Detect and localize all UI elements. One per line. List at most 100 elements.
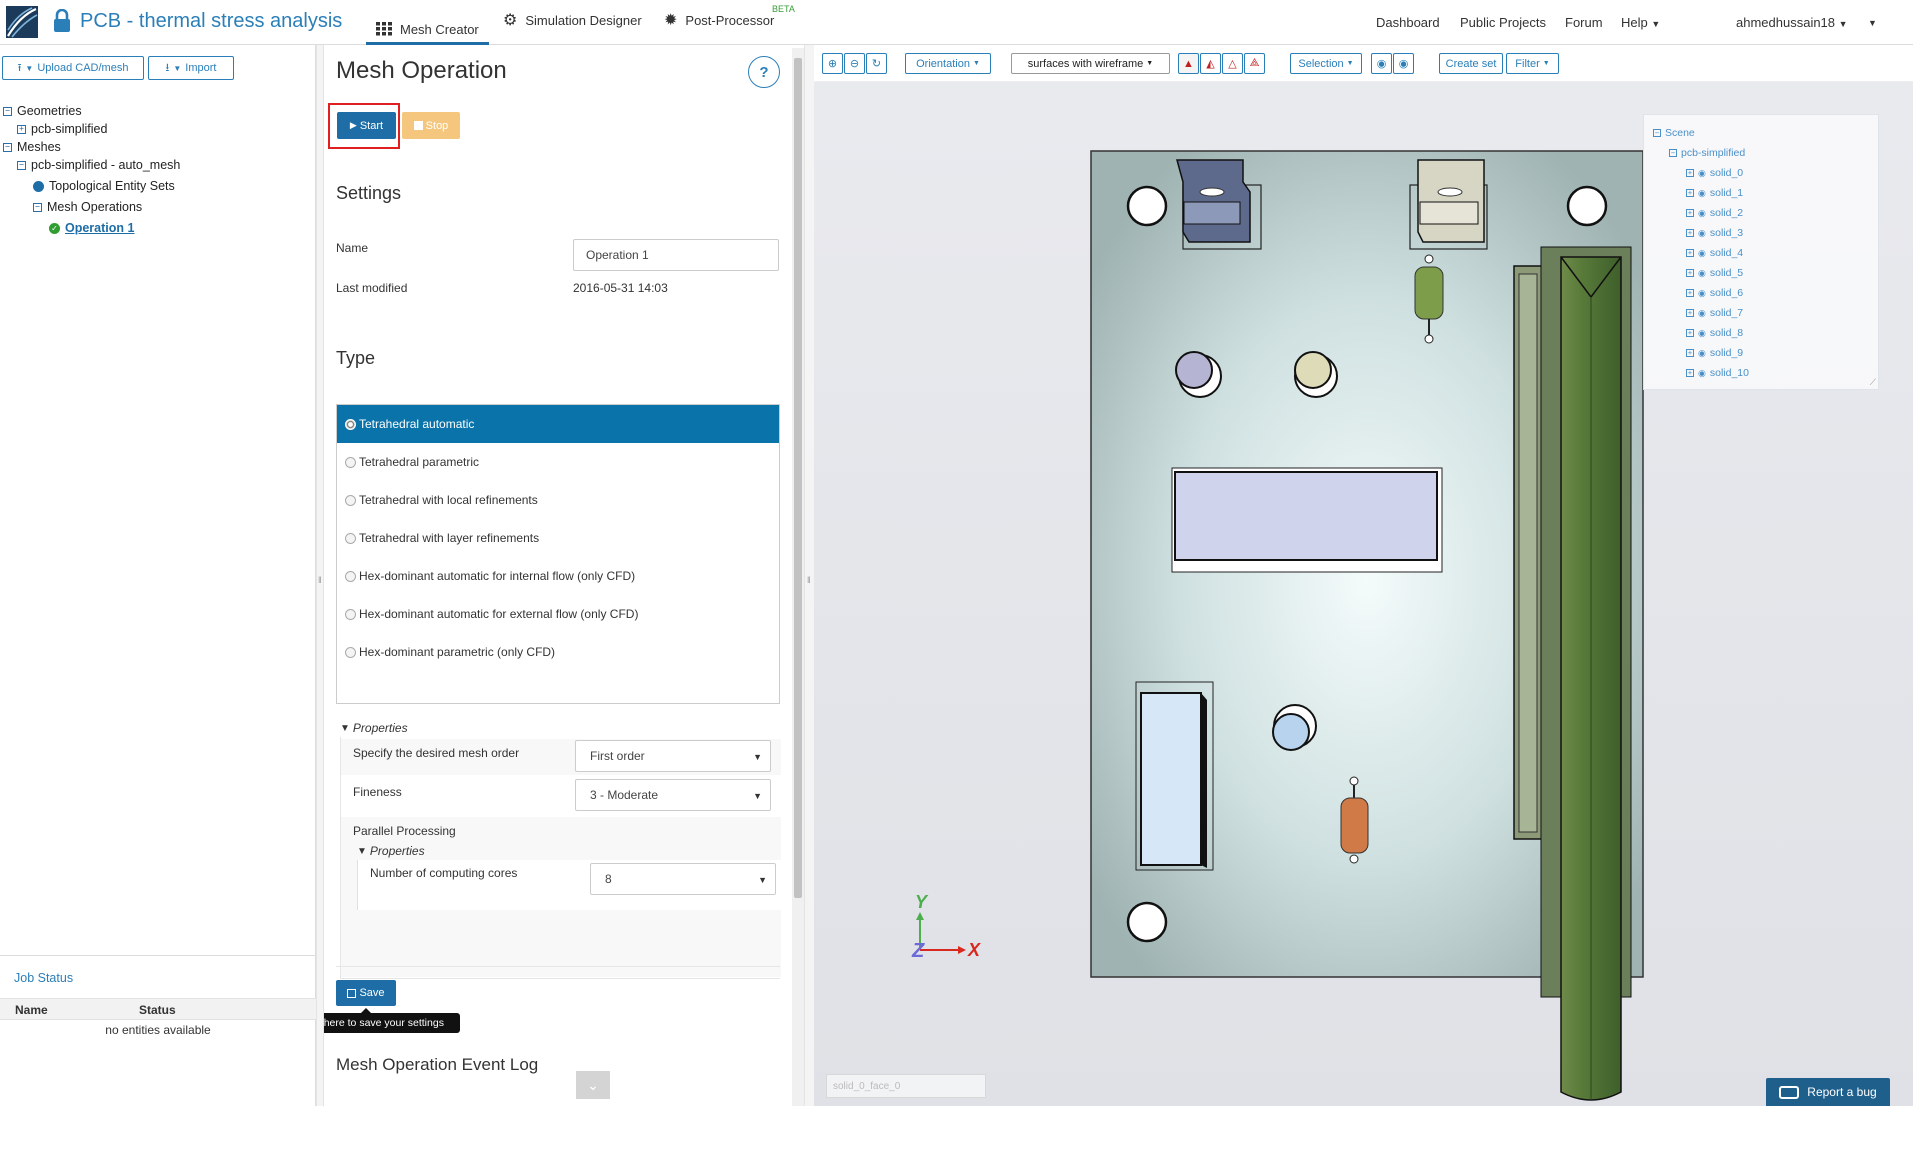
expand-icon[interactable]: + <box>1686 309 1694 317</box>
name-input[interactable]: Operation 1 <box>573 239 779 271</box>
capacitor-body[interactable] <box>1414 266 1444 320</box>
eye-icon[interactable]: ◉ <box>1698 328 1706 339</box>
scene-solid-item[interactable]: + ◉ solid_5 <box>1686 267 1743 279</box>
face-name-input[interactable]: solid_0_face_0 <box>826 1074 986 1098</box>
round-component[interactable] <box>1272 713 1310 751</box>
mount-hole[interactable] <box>1126 901 1168 943</box>
reset-view-button[interactable]: ↻ <box>866 53 887 74</box>
expand-icon[interactable]: + <box>1686 349 1694 357</box>
type-option[interactable]: Tetrahedral automatic <box>337 405 779 443</box>
user-menu[interactable]: ahmedhussain18 ▼ <box>1736 15 1848 30</box>
scene-solid-item[interactable]: + ◉ solid_3 <box>1686 227 1743 239</box>
stop-button[interactable]: Stop <box>402 112 460 139</box>
eye-icon[interactable]: ◉ <box>1698 308 1706 319</box>
points-mode-button[interactable]: ⟁ <box>1244 53 1265 74</box>
type-option[interactable]: Tetrahedral parametric <box>337 443 779 481</box>
collapse-icon[interactable]: − <box>17 160 26 170</box>
render-mode-select[interactable]: surfaces with wireframe ▼ <box>1011 53 1170 74</box>
round-component[interactable] <box>1175 351 1213 389</box>
tree-operation-1[interactable]: ✓ Operation 1 <box>49 221 134 235</box>
expand-icon[interactable]: + <box>1686 169 1694 177</box>
tab-mesh-creator[interactable]: Mesh Creator <box>366 13 489 45</box>
type-option[interactable]: Hex-dominant automatic for internal flow… <box>337 557 779 595</box>
scene-solid-item[interactable]: + ◉ solid_2 <box>1686 207 1743 219</box>
tree-mesh-operations[interactable]: − Mesh Operations <box>33 200 142 214</box>
scrollbar-thumb[interactable] <box>794 58 802 898</box>
nav-forum[interactable]: Forum <box>1565 15 1603 30</box>
selection-dropdown[interactable]: Selection ▼ <box>1290 53 1362 74</box>
collapse-icon[interactable]: − <box>3 142 12 152</box>
type-option[interactable]: Hex-dominant automatic for external flow… <box>337 595 779 633</box>
eye-icon[interactable]: ◉ <box>1698 208 1706 219</box>
tree-meshes[interactable]: − Meshes <box>3 140 61 154</box>
component-block[interactable] <box>1176 159 1251 243</box>
type-option[interactable]: Tetrahedral with layer refinements <box>337 519 779 557</box>
scene-solid-item[interactable]: + ◉ solid_9 <box>1686 347 1743 359</box>
fineness-select[interactable]: 3 - Moderate ▼ <box>575 779 771 811</box>
expand-icon[interactable]: + <box>1686 289 1694 297</box>
collapse-icon[interactable]: − <box>1653 129 1661 137</box>
tab-simulation-designer[interactable]: ⚙ Simulation Designer <box>503 12 642 28</box>
scene-root[interactable]: − Scene <box>1653 127 1695 139</box>
help-button[interactable]: ? <box>748 56 780 88</box>
scene-solid-item[interactable]: + ◉ solid_10 <box>1686 367 1749 379</box>
save-button[interactable]: Save <box>336 980 396 1006</box>
resize-grip-icon[interactable]: ⟋ <box>1870 377 1876 388</box>
create-set-button[interactable]: Create set <box>1439 53 1503 74</box>
wireframe-button[interactable]: △ <box>1222 53 1243 74</box>
sub-properties-toggle[interactable]: ▼ Properties <box>357 844 425 858</box>
eye-icon[interactable]: ◉ <box>1698 368 1706 379</box>
scene-solid-item[interactable]: + ◉ solid_4 <box>1686 247 1743 259</box>
expand-icon[interactable]: + <box>1686 269 1694 277</box>
scene-solid-item[interactable]: + ◉ solid_0 <box>1686 167 1743 179</box>
scene-solid-item[interactable]: + ◉ solid_7 <box>1686 307 1743 319</box>
type-option[interactable]: Tetrahedral with local refinements <box>337 481 779 519</box>
mesh-order-select[interactable]: First order ▼ <box>575 740 771 772</box>
surface-mode-button[interactable]: ▲ <box>1178 53 1199 74</box>
eye-icon[interactable]: ◉ <box>1698 228 1706 239</box>
scene-solid-item[interactable]: + ◉ solid_8 <box>1686 327 1743 339</box>
import-button[interactable]: ⭳ ▼ Import <box>148 56 234 80</box>
expand-icon[interactable]: + <box>1686 249 1694 257</box>
display-module[interactable] <box>1174 471 1438 561</box>
scrollbar[interactable] <box>792 48 804 1106</box>
properties-toggle[interactable]: ▼ Properties <box>340 721 408 735</box>
panel-splitter[interactable]: ‖ <box>316 45 324 1106</box>
chip-body[interactable] <box>1140 692 1202 866</box>
type-option[interactable]: Hex-dominant parametric (only CFD) <box>337 633 779 671</box>
tree-geometries[interactable]: − Geometries <box>3 104 82 118</box>
collapse-icon[interactable]: − <box>1669 149 1677 157</box>
filter-dropdown[interactable]: Filter ▼ <box>1506 53 1559 74</box>
eye-icon[interactable]: ◉ <box>1698 168 1706 179</box>
caret-down-icon[interactable]: ▼ <box>1868 18 1877 28</box>
expand-icon[interactable]: + <box>1686 329 1694 337</box>
show-button[interactable]: ◉ <box>1393 53 1414 74</box>
capacitor-body[interactable] <box>1340 797 1369 854</box>
mount-hole[interactable] <box>1126 185 1168 227</box>
scene-model[interactable]: − pcb-simplified <box>1669 147 1745 159</box>
zoom-in-button[interactable]: ⊕ <box>822 53 843 74</box>
surface-wire-button[interactable]: ◭ <box>1200 53 1221 74</box>
nav-public-projects[interactable]: Public Projects <box>1460 15 1546 30</box>
round-component[interactable] <box>1294 351 1332 389</box>
component-block[interactable] <box>1417 159 1485 243</box>
hide-button[interactable]: ◉ <box>1371 53 1392 74</box>
eye-icon[interactable]: ◉ <box>1698 288 1706 299</box>
tree-mesh-item[interactable]: − pcb-simplified - auto_mesh <box>17 158 180 172</box>
eye-icon[interactable]: ◉ <box>1698 268 1706 279</box>
zoom-out-button[interactable]: ⊖ <box>844 53 865 74</box>
upload-cad-button[interactable]: ⭱ ▼ Upload CAD/mesh <box>2 56 144 80</box>
tree-geometry-item[interactable]: + pcb-simplified <box>17 122 107 136</box>
collapse-icon[interactable]: − <box>3 106 12 116</box>
expand-icon[interactable]: + <box>1686 189 1694 197</box>
start-button[interactable]: ▶ Start <box>337 112 396 139</box>
expand-icon[interactable]: + <box>1686 369 1694 377</box>
scene-solid-item[interactable]: + ◉ solid_6 <box>1686 287 1743 299</box>
collapse-icon[interactable]: − <box>33 202 42 212</box>
eye-icon[interactable]: ◉ <box>1698 188 1706 199</box>
panel-splitter[interactable]: ‖ <box>804 45 814 1106</box>
scene-solid-item[interactable]: + ◉ solid_1 <box>1686 187 1743 199</box>
event-log-toggle[interactable]: ⌄ <box>576 1071 610 1099</box>
simscale-logo-icon[interactable] <box>6 6 38 38</box>
cores-select[interactable]: 8 ▼ <box>590 863 776 895</box>
